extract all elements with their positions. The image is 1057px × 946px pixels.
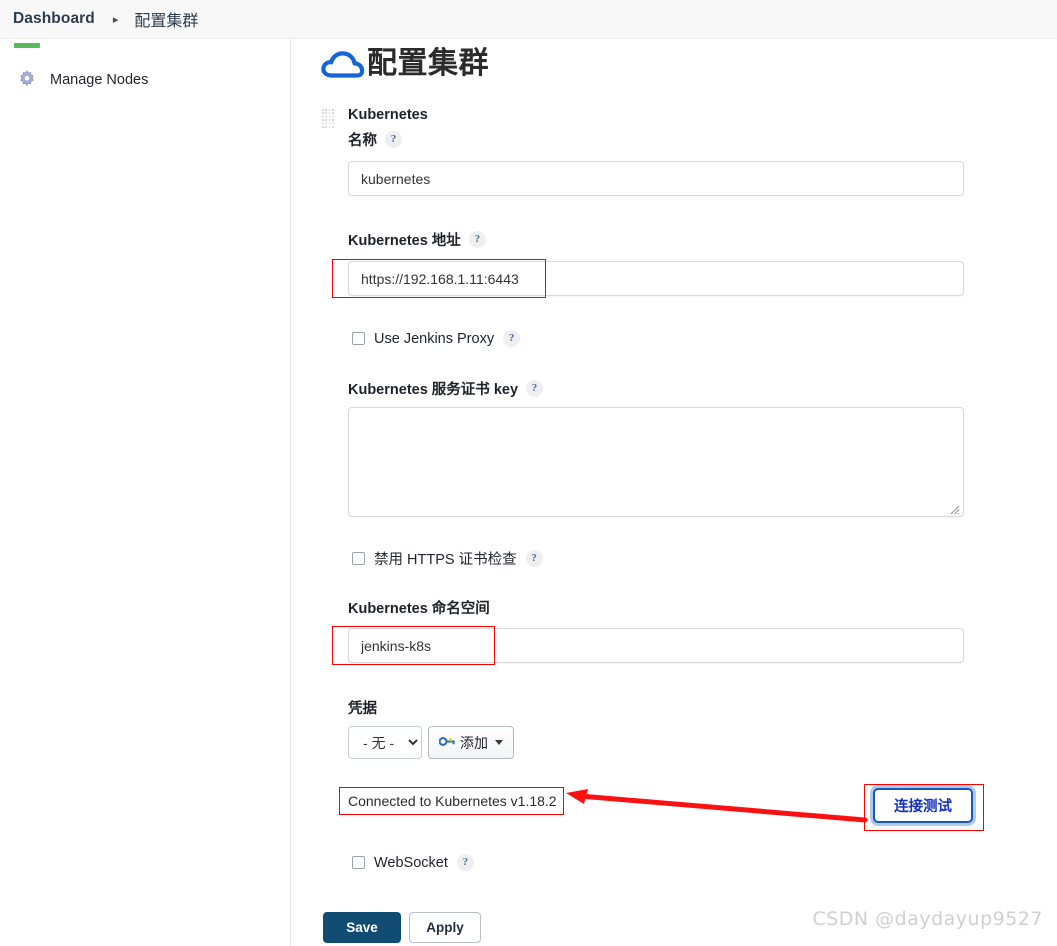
test-connection-button[interactable]: 连接测试 [873, 788, 973, 823]
section-title-kubernetes: Kubernetes [348, 107, 428, 123]
name-input[interactable] [348, 161, 964, 196]
gear-icon [16, 69, 38, 91]
label-credentials: 凭据 [348, 697, 377, 718]
label-name-text: 名称 [348, 133, 377, 149]
key-icon [438, 735, 456, 751]
label-k8s-url: Kubernetes 地址 ? [348, 229, 486, 250]
main-content: 配置集群 Kubernetes 名称 ? Kubernetes 地址 ? Use [291, 39, 1057, 946]
page-title: 配置集群 [367, 47, 489, 80]
connection-status-text: Connected to Kubernetes v1.18.2 [348, 793, 557, 809]
use-jenkins-proxy-row[interactable]: Use Jenkins Proxy ? [352, 330, 521, 347]
use-jenkins-proxy-label: Use Jenkins Proxy [374, 330, 495, 347]
label-name: 名称 ? [348, 129, 402, 150]
breadcrumb-root[interactable]: Dashboard [0, 10, 95, 28]
help-icon-proxy[interactable]: ? [503, 330, 521, 347]
label-namespace-text: Kubernetes 命名空间 [348, 601, 490, 617]
label-cert-key-text: Kubernetes 服务证书 key [348, 382, 519, 398]
page-header: 配置集群 [321, 36, 489, 92]
apply-button[interactable]: Apply [409, 912, 481, 943]
watermark: CSDN @daydayup9527 [812, 908, 1043, 930]
help-icon-name[interactable]: ? [385, 131, 402, 148]
label-credentials-text: 凭据 [348, 701, 377, 717]
label-k8s-url-text: Kubernetes 地址 [348, 233, 461, 249]
disable-https-check-row[interactable]: 禁用 HTTPS 证书检查 ? [352, 548, 543, 569]
add-credentials-button[interactable]: 添加 [428, 726, 514, 759]
help-icon-websocket[interactable]: ? [456, 854, 474, 871]
disable-https-check-checkbox[interactable] [352, 552, 365, 565]
sidebar-item-manage-nodes[interactable]: Manage Nodes [8, 65, 156, 95]
websocket-row[interactable]: WebSocket ? [352, 854, 474, 871]
sidebar: Manage Nodes [0, 39, 291, 946]
breadcrumb-bar: Dashboard ▸ 配置集群 [0, 0, 1057, 39]
chevron-down-icon [495, 740, 503, 745]
cert-key-textarea[interactable] [348, 407, 964, 517]
credentials-select[interactable]: - 无 - [348, 726, 422, 759]
namespace-input[interactable] [348, 628, 964, 663]
breadcrumb-current: 配置集群 [134, 13, 199, 30]
websocket-label: WebSocket [374, 854, 448, 871]
add-credentials-label: 添加 [460, 734, 488, 751]
help-icon-cert-key[interactable]: ? [526, 380, 544, 397]
use-jenkins-proxy-checkbox[interactable] [352, 332, 365, 345]
sidebar-item-label: Manage Nodes [50, 72, 149, 88]
drag-handle-icon[interactable] [322, 109, 334, 129]
label-namespace: Kubernetes 命名空间 [348, 597, 490, 618]
cloud-icon [321, 49, 365, 79]
breadcrumb-separator-icon: ▸ [112, 13, 119, 26]
label-cert-key: Kubernetes 服务证书 key ? [348, 378, 544, 399]
help-icon-url[interactable]: ? [468, 231, 486, 248]
k8s-url-input[interactable] [348, 261, 964, 296]
websocket-checkbox[interactable] [352, 856, 365, 869]
disable-https-check-label: 禁用 HTTPS 证书检查 [374, 552, 517, 568]
sidebar-item-partial-indicator [14, 43, 40, 48]
save-button[interactable]: Save [323, 912, 401, 943]
help-icon-disable-https[interactable]: ? [525, 550, 543, 567]
